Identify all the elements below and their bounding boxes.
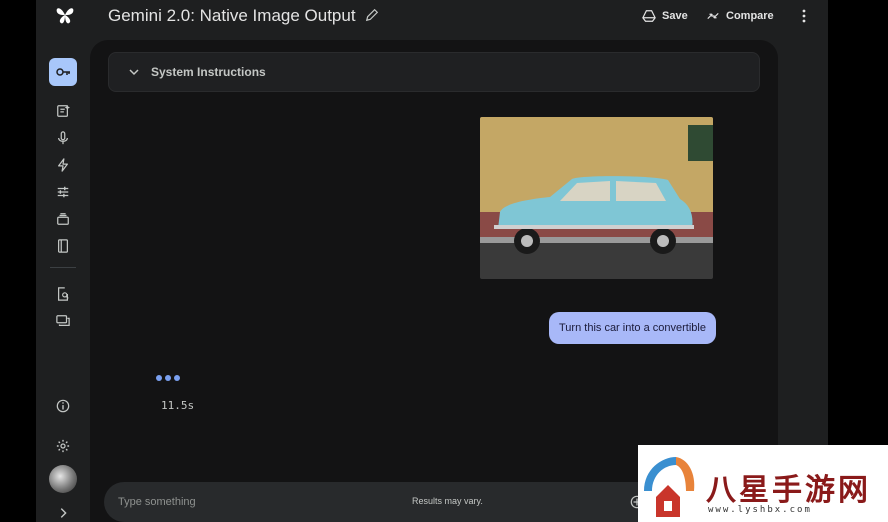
results-disclaimer: Results may vary.	[412, 496, 483, 506]
user-avatar[interactable]	[49, 465, 77, 493]
sidebar-item-api-key[interactable]	[49, 58, 77, 86]
app-logo-icon[interactable]	[54, 4, 76, 26]
drive-icon	[642, 10, 656, 22]
compare-label: Compare	[726, 10, 774, 22]
sidebar-divider	[50, 267, 76, 268]
watermark: 八星手游网 www.lyshbx.com	[638, 445, 888, 522]
compare-icon	[707, 12, 719, 20]
app-window: Gemini 2.0: Native Image Output Save Com…	[36, 0, 828, 522]
loading-dots	[156, 375, 180, 381]
user-message-bubble: Turn this car into a convertible	[549, 312, 716, 344]
expand-sidebar-chevron-icon[interactable]	[56, 506, 70, 520]
watermark-text: 八星手游网	[706, 473, 871, 508]
prompt-input[interactable]	[118, 492, 318, 512]
uploaded-car-image[interactable]	[480, 117, 713, 279]
loading-dot	[156, 375, 162, 381]
watermark-logo-icon	[644, 457, 695, 517]
elapsed-time: 11.5s	[161, 399, 195, 412]
edit-title-icon[interactable]	[365, 8, 379, 22]
top-bar: Gemini 2.0: Native Image Output Save Com…	[36, 0, 828, 36]
sidebar-item-stream[interactable]	[56, 131, 70, 145]
sidebar-item-search-docs[interactable]	[56, 287, 70, 301]
info-icon[interactable]	[56, 399, 70, 413]
sidebar-item-starter-apps[interactable]	[56, 158, 70, 172]
system-instructions-label: System Instructions	[151, 65, 266, 79]
key-icon	[56, 68, 70, 76]
save-label: Save	[662, 10, 688, 22]
page-title: Gemini 2.0: Native Image Output	[108, 6, 356, 25]
more-options-icon[interactable]	[798, 8, 810, 24]
sidebar-item-tune[interactable]	[56, 185, 70, 199]
settings-gear-icon[interactable]	[56, 439, 70, 453]
save-button[interactable]: Save	[642, 6, 688, 26]
chevron-down-icon	[129, 69, 139, 76]
sidebar	[36, 36, 90, 522]
loading-dot	[165, 375, 171, 381]
sidebar-item-new-prompt[interactable]	[56, 104, 70, 118]
watermark-url: www.lyshbx.com	[708, 505, 812, 515]
loading-dot	[174, 375, 180, 381]
sidebar-item-docs[interactable]	[56, 239, 70, 253]
sidebar-item-library[interactable]	[56, 212, 70, 226]
system-instructions-toggle[interactable]: System Instructions	[108, 52, 760, 92]
sidebar-item-feedback[interactable]	[56, 314, 70, 328]
compare-button[interactable]: Compare	[706, 6, 774, 26]
